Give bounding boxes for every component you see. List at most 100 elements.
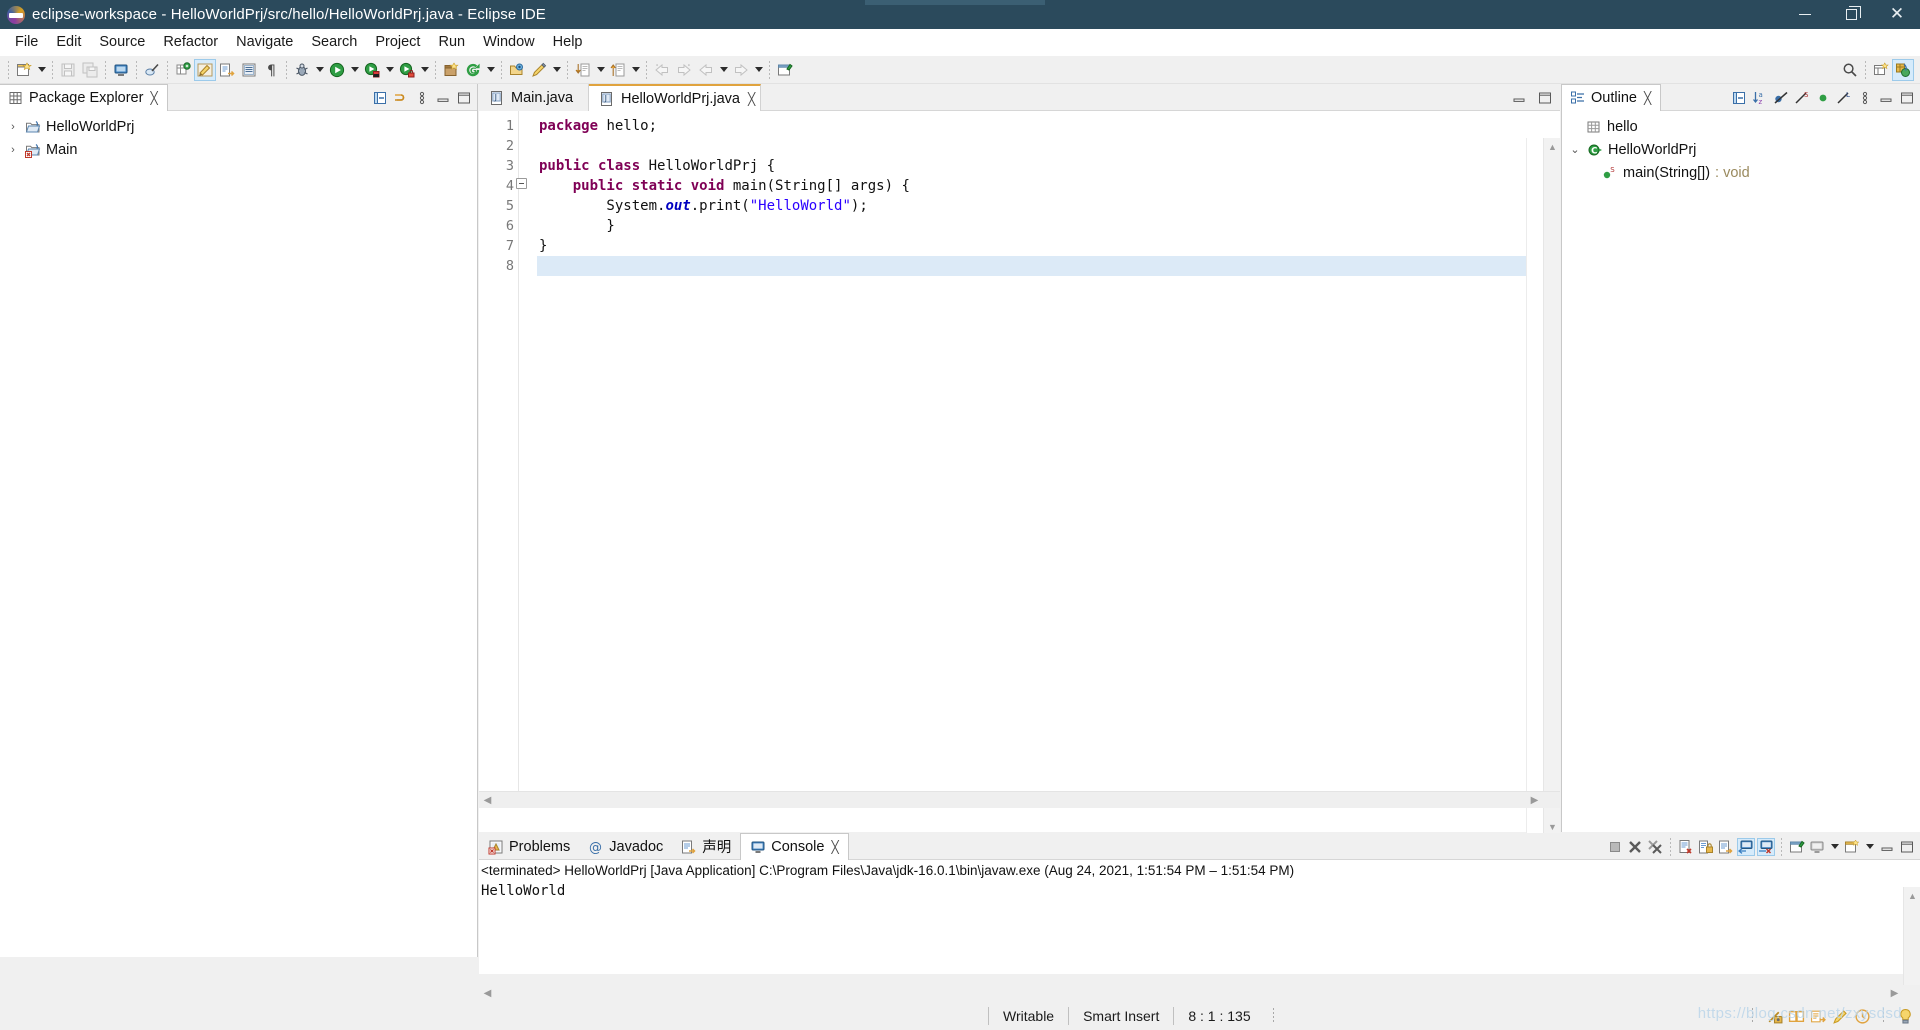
scroll-right-icon[interactable]: ▶ bbox=[1886, 985, 1903, 1002]
menu-file[interactable]: File bbox=[6, 31, 47, 53]
pen-icon[interactable] bbox=[1831, 1007, 1849, 1025]
minimize-view-button[interactable] bbox=[1878, 838, 1896, 856]
outline-item-main-method[interactable]: S main(String[]) : void bbox=[1562, 161, 1920, 184]
open-perspective-icon[interactable] bbox=[1870, 59, 1892, 81]
debug-dropdown-arrow[interactable] bbox=[313, 59, 326, 81]
next-annotation-button[interactable] bbox=[572, 59, 594, 81]
next-edit-dropdown-arrow[interactable] bbox=[752, 59, 765, 81]
previous-edit-button[interactable] bbox=[695, 59, 717, 81]
next-edit-button[interactable] bbox=[730, 59, 752, 81]
menu-run[interactable]: Run bbox=[429, 31, 474, 53]
close-icon[interactable]: ╳ bbox=[150, 91, 157, 105]
back-button[interactable] bbox=[651, 59, 673, 81]
scroll-left-icon[interactable]: ◀ bbox=[479, 792, 496, 809]
open-task-button[interactable] bbox=[238, 59, 260, 81]
overview-ruler[interactable] bbox=[1526, 138, 1543, 835]
menu-help[interactable]: Help bbox=[544, 31, 592, 53]
save-button[interactable] bbox=[57, 59, 79, 81]
word-wrap-button[interactable] bbox=[1717, 838, 1735, 856]
open-resource-button[interactable] bbox=[506, 59, 528, 81]
debug-button[interactable] bbox=[291, 59, 313, 81]
close-icon[interactable]: ╳ bbox=[748, 92, 755, 106]
chevron-right-icon[interactable]: › bbox=[6, 143, 20, 157]
pin-console-button[interactable] bbox=[1788, 838, 1806, 856]
new-java-package-button[interactable] bbox=[172, 59, 194, 81]
editor-hscrollbar[interactable]: ◀ ▶ bbox=[479, 791, 1560, 808]
menu-refactor[interactable]: Refactor bbox=[154, 31, 227, 53]
display-selected-console-button[interactable] bbox=[1808, 838, 1826, 856]
outline-item-helloworldprj[interactable]: ⌄ C HelloWorldPrj bbox=[1562, 138, 1920, 161]
console-hscrollbar[interactable]: ◀ ▶ bbox=[479, 985, 1920, 1002]
close-icon[interactable]: ╳ bbox=[1644, 91, 1651, 105]
view-menu-button[interactable] bbox=[1856, 89, 1874, 107]
console-vscrollbar[interactable]: ▲ ▼ bbox=[1903, 887, 1920, 1001]
toggle-whitespace-button[interactable]: ¶ bbox=[260, 59, 282, 81]
terminate-button[interactable] bbox=[1606, 838, 1624, 856]
maximize-icon[interactable] bbox=[1828, 0, 1874, 29]
console-output[interactable]: <terminated> HelloWorldPrj [Java Applica… bbox=[479, 860, 1920, 1001]
menu-navigate[interactable]: Navigate bbox=[227, 31, 302, 53]
remove-launch-button[interactable] bbox=[1626, 838, 1644, 856]
collapse-all-button[interactable] bbox=[371, 89, 389, 107]
clear-console-button[interactable] bbox=[1677, 838, 1695, 856]
new-project-button[interactable] bbox=[440, 59, 462, 81]
chevron-down-icon[interactable]: ⌄ bbox=[1568, 143, 1582, 157]
minimize-icon[interactable] bbox=[1782, 0, 1828, 29]
scroll-up-icon[interactable]: ▲ bbox=[1904, 887, 1920, 904]
next-annotation-dropdown-arrow[interactable] bbox=[594, 59, 607, 81]
print-button[interactable] bbox=[110, 59, 132, 81]
remove-all-terminated-button[interactable] bbox=[1646, 838, 1664, 856]
clock-icon[interactable] bbox=[1853, 1007, 1871, 1025]
refresh-dropdown-arrow[interactable] bbox=[484, 59, 497, 81]
minimize-view-button[interactable] bbox=[434, 89, 452, 107]
code-editor[interactable]: 1 2 3 4 5 6 7 8 package hello; public cl… bbox=[479, 111, 1560, 835]
toggle-mark-occurrences-button[interactable] bbox=[141, 59, 163, 81]
external-tools-dropdown-arrow[interactable] bbox=[418, 59, 431, 81]
hide-fields-button[interactable] bbox=[1772, 89, 1790, 107]
code-text[interactable]: package hello; public class HelloWorldPr… bbox=[537, 111, 1560, 808]
close-icon[interactable]: ╳ bbox=[831, 840, 838, 854]
chevron-right-icon[interactable]: › bbox=[6, 120, 20, 134]
maximize-view-button[interactable] bbox=[455, 89, 473, 107]
open-console-button[interactable] bbox=[1843, 838, 1861, 856]
minimize-editor-button[interactable] bbox=[1510, 89, 1528, 107]
java-perspective-icon[interactable] bbox=[1892, 59, 1914, 81]
menu-edit[interactable]: Edit bbox=[47, 31, 90, 53]
minimize-view-button[interactable] bbox=[1877, 89, 1895, 107]
view-menu-button[interactable] bbox=[413, 89, 431, 107]
outline-tab[interactable]: Outline ╳ bbox=[1562, 84, 1662, 111]
maximize-view-button[interactable] bbox=[1898, 89, 1916, 107]
package-explorer-hscrollbar[interactable] bbox=[0, 957, 478, 974]
search-icon[interactable] bbox=[1839, 59, 1861, 81]
scroll-right-icon[interactable]: ▶ bbox=[1526, 792, 1543, 809]
menu-search[interactable]: Search bbox=[302, 31, 366, 53]
editor-tab-helloworldprj[interactable]: J HelloWorldPrj.java ╳ bbox=[589, 84, 761, 111]
tasks-icon[interactable] bbox=[1809, 1007, 1827, 1025]
save-all-button[interactable] bbox=[79, 59, 101, 81]
new-java-class-button[interactable] bbox=[194, 58, 216, 81]
close-icon[interactable]: ✕ bbox=[1874, 0, 1920, 29]
build-icon[interactable] bbox=[1765, 1007, 1783, 1025]
menu-project[interactable]: Project bbox=[366, 31, 429, 53]
lightbulb-icon[interactable] bbox=[1896, 1007, 1914, 1025]
tab-problems[interactable]: Problems bbox=[479, 833, 579, 860]
hide-local-types-button[interactable]: L bbox=[1835, 89, 1853, 107]
fold-collapse-icon[interactable] bbox=[516, 178, 527, 189]
maximize-editor-button[interactable] bbox=[1536, 89, 1554, 107]
code-line-current[interactable] bbox=[537, 256, 1560, 276]
tab-console[interactable]: Console ╳ bbox=[740, 833, 849, 860]
forward-button[interactable] bbox=[673, 59, 695, 81]
previous-edit-dropdown-arrow[interactable] bbox=[717, 59, 730, 81]
book-icon[interactable] bbox=[1787, 1007, 1805, 1025]
open-type-button[interactable] bbox=[216, 59, 238, 81]
editor-tab-main[interactable]: J Main.java bbox=[479, 84, 589, 111]
tab-javadoc[interactable]: @ Javadoc bbox=[579, 833, 672, 860]
new-wizard-dropdown-arrow[interactable] bbox=[35, 59, 48, 81]
pin-editor-button[interactable] bbox=[774, 59, 796, 81]
outline-item-hello[interactable]: hello bbox=[1562, 115, 1920, 138]
maximize-view-button[interactable] bbox=[1898, 838, 1916, 856]
hide-static-button[interactable]: S bbox=[1793, 89, 1811, 107]
link-editor-button[interactable] bbox=[392, 89, 410, 107]
run-dropdown-arrow[interactable] bbox=[348, 59, 361, 81]
sort-az-button[interactable]: az bbox=[1751, 89, 1769, 107]
